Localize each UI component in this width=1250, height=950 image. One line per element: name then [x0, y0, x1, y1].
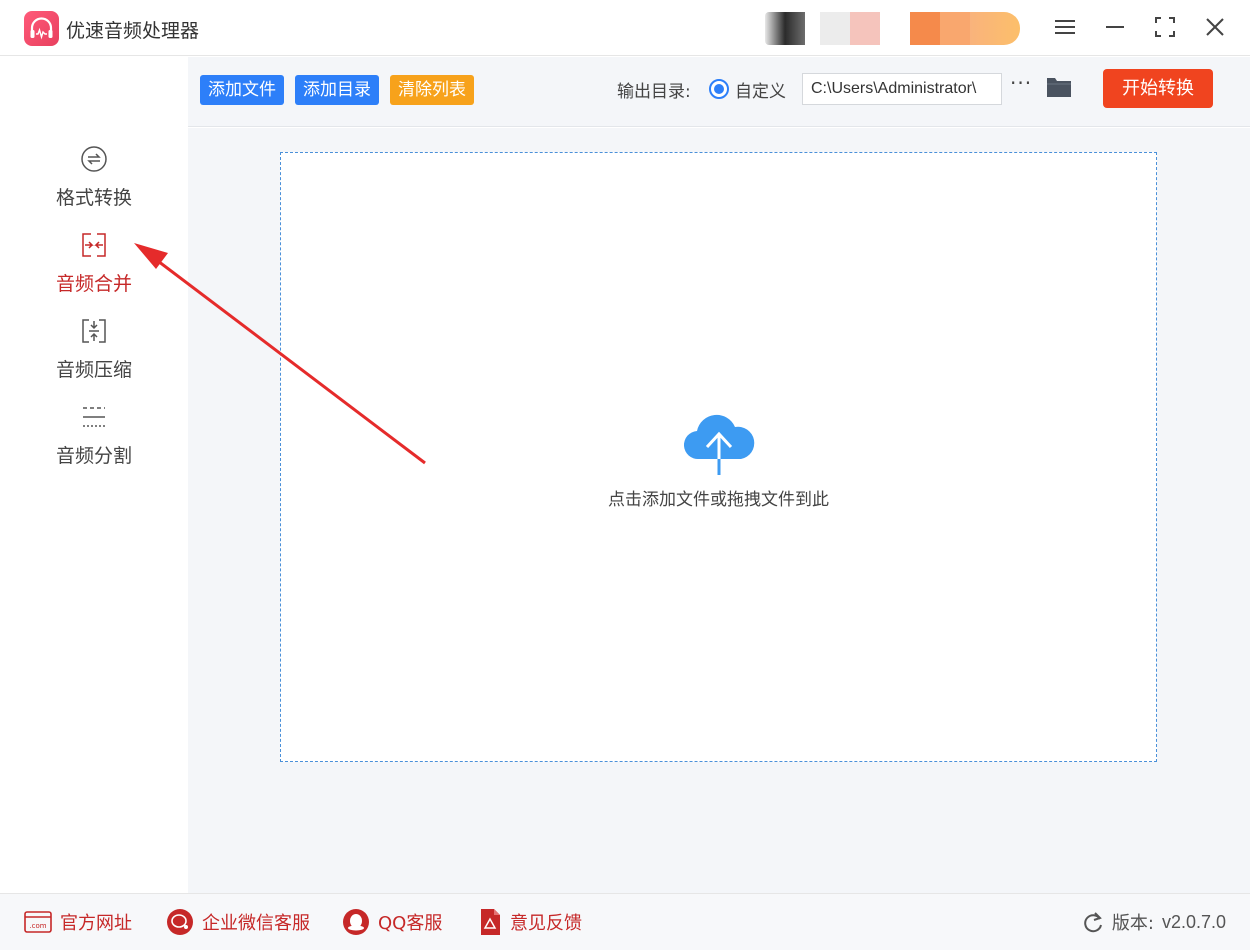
qq-icon: [343, 909, 369, 935]
app-logo-icon: [24, 11, 59, 46]
folder-icon[interactable]: [1046, 75, 1072, 99]
format-convert-icon: [81, 146, 107, 172]
title-bar: 优速音频处理器: [0, 0, 1250, 56]
footer: .com 官方网址 企业微信客服 QQ客服 意见反馈 版本: v2.0.7.0: [0, 893, 1250, 950]
file-drop-zone[interactable]: 点击添加文件或拖拽文件到此: [280, 152, 1157, 762]
website-link[interactable]: .com 官方网址: [24, 908, 132, 936]
maximize-icon[interactable]: [1150, 12, 1180, 42]
refresh-icon[interactable]: [1084, 911, 1104, 933]
cloud-upload-icon: [683, 414, 755, 475]
website-icon: .com: [24, 911, 52, 933]
version-value: v2.0.7.0: [1161, 911, 1226, 932]
output-dir-label: 输出目录:: [617, 82, 691, 102]
minimize-icon[interactable]: [1100, 12, 1130, 42]
feedback-label: 意见反馈: [510, 913, 582, 934]
custom-radio-label: 自定义: [735, 82, 786, 102]
feedback-icon: [481, 909, 500, 935]
sidebar-item-label: 音频合并: [55, 273, 132, 295]
sidebar-item-audio-compress[interactable]: 音频压缩: [0, 317, 188, 397]
close-icon[interactable]: [1200, 12, 1230, 42]
sidebar-item-format-convert[interactable]: 格式转换: [0, 145, 188, 225]
custom-radio[interactable]: [709, 79, 729, 99]
sidebar-item-label: 音频压缩: [55, 359, 132, 381]
qq-service-label: QQ客服: [378, 913, 443, 934]
svg-text:.com: .com: [29, 922, 46, 930]
version-info: 版本: v2.0.7.0: [1084, 908, 1226, 936]
feedback-link[interactable]: 意见反馈: [478, 908, 582, 936]
wechat-service-label: 企业微信客服: [202, 913, 310, 934]
app-title: 优速音频处理器: [66, 20, 200, 42]
toolbar: 添加文件 添加目录 清除列表 输出目录: 自定义 ··· 开始转换: [188, 57, 1250, 127]
main-area: 点击添加文件或拖拽文件到此: [188, 128, 1250, 893]
add-folder-button[interactable]: 添加目录: [295, 75, 379, 105]
menu-icon[interactable]: [1050, 12, 1080, 42]
sidebar-item-label: 格式转换: [55, 187, 132, 209]
browse-more-button[interactable]: ···: [1010, 71, 1032, 95]
sidebar-item-label: 音频分割: [55, 445, 132, 467]
user-avatar-blurred[interactable]: [765, 12, 1027, 45]
compress-icon: [82, 319, 106, 343]
wechat-icon: [167, 909, 193, 935]
drop-hint-text: 点击添加文件或拖拽文件到此: [608, 490, 829, 510]
version-label: 版本:: [1111, 913, 1154, 934]
sidebar: 格式转换 音频合并 音频压缩 音频分割: [0, 57, 188, 893]
add-file-button[interactable]: 添加文件: [200, 75, 284, 105]
sidebar-item-audio-merge[interactable]: 音频合并: [0, 231, 188, 311]
sidebar-item-audio-split[interactable]: 音频分割: [0, 403, 188, 483]
wechat-service-link[interactable]: 企业微信客服: [166, 908, 310, 936]
website-label: 官方网址: [60, 913, 132, 934]
qq-service-link[interactable]: QQ客服: [342, 908, 442, 936]
output-path-input[interactable]: [802, 73, 1002, 105]
merge-icon: [82, 233, 106, 257]
clear-list-button[interactable]: 清除列表: [390, 75, 474, 105]
start-convert-button[interactable]: 开始转换: [1103, 69, 1213, 108]
split-icon: [83, 407, 105, 427]
